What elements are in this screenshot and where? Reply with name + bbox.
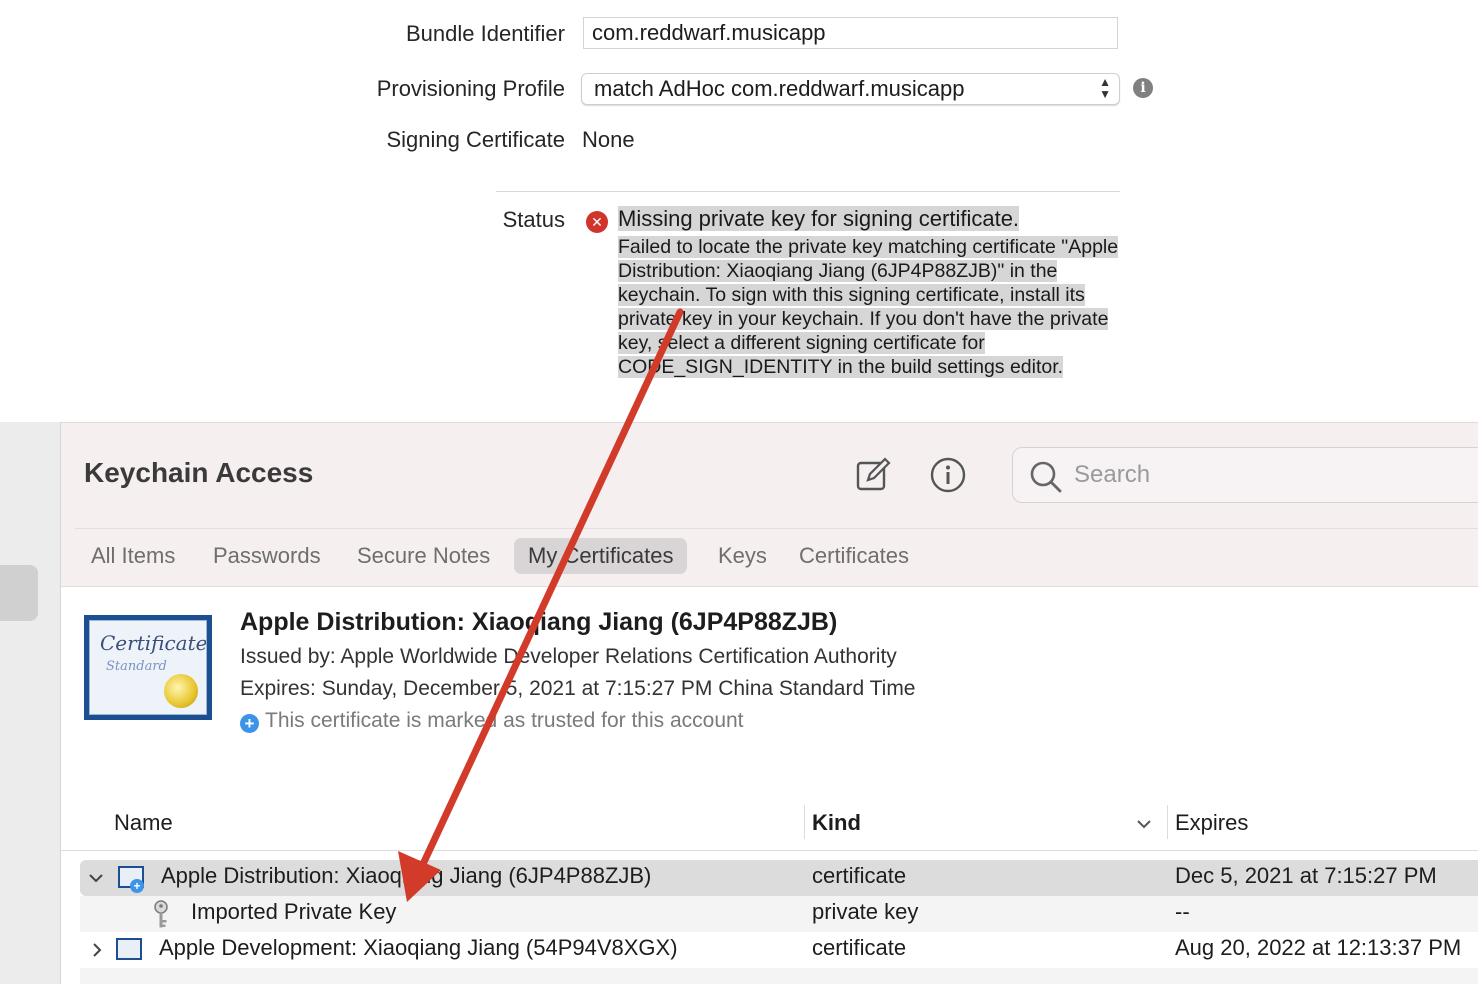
certificate-trust-status: + This certificate is marked as trusted f… [240, 709, 744, 733]
certificate-issuer: Issued by: Apple Worldwide Developer Rel… [240, 645, 897, 668]
sidebar-selected-item[interactable] [0, 565, 38, 621]
table-row[interactable]: Imported Private Key private key -- [80, 896, 1478, 932]
column-header-expires[interactable]: Expires [1175, 810, 1248, 836]
provisioning-profile-select[interactable]: match AdHoc com.reddwarf.musicapp ▲ ▼ [581, 73, 1120, 105]
search-field[interactable]: Search [1012, 447, 1478, 503]
updown-chevron-icon: ▲ ▼ [1099, 75, 1111, 101]
signing-panel: Bundle Identifier com.reddwarf.musicapp … [0, 0, 1478, 422]
certificate-icon [116, 938, 142, 960]
row-expires: Dec 5, 2021 at 7:15:27 PM [1175, 863, 1437, 888]
chevron-down-icon[interactable] [88, 872, 104, 884]
certificate-trust-text: This certificate is marked as trusted fo… [265, 709, 744, 732]
column-header-kind[interactable]: Kind [812, 810, 861, 836]
row-kind: private key [812, 899, 919, 924]
row-name: Imported Private Key [191, 899, 397, 924]
table-row[interactable]: Apple Development: Xiaoqiang Jiang (54P9… [80, 932, 1478, 968]
certificate-name: Apple Distribution: Xiaoqiang Jiang (6JP… [240, 608, 838, 636]
keychain-access-window: Keychain Access Search All Items Passwor… [0, 422, 1478, 984]
info-icon[interactable] [928, 455, 968, 495]
certificate-image-text: Certificate [100, 631, 207, 655]
tab-all-items[interactable]: All Items [77, 538, 189, 574]
search-icon [1030, 461, 1062, 493]
certificate-expiry: Expires: Sunday, December 5, 2021 at 7:1… [240, 677, 916, 700]
trusted-plus-icon: + [240, 714, 259, 733]
app-title: Keychain Access [84, 457, 314, 488]
row-kind: certificate [812, 863, 907, 888]
compose-icon[interactable] [853, 455, 893, 495]
status-message: Missing private key for signing certific… [618, 205, 1120, 379]
error-icon: ✕ [586, 211, 608, 233]
sort-chevron-down-icon[interactable] [1136, 818, 1152, 830]
column-separator[interactable] [804, 805, 805, 839]
column-separator[interactable] [1167, 805, 1168, 839]
section-divider [496, 191, 1120, 192]
row-expires: -- [1175, 899, 1190, 924]
table-row[interactable] [80, 968, 1478, 984]
tab-passwords[interactable]: Passwords [199, 538, 335, 574]
tab-secure-notes[interactable]: Secure Notes [343, 538, 504, 574]
row-name: Apple Distribution: Xiaoqiang Jiang (6JP… [161, 863, 652, 888]
tab-keys[interactable]: Keys [704, 538, 781, 574]
provisioning-profile-label: Provisioning Profile [376, 76, 565, 101]
sidebar [0, 422, 61, 984]
header-divider [61, 850, 1478, 851]
signing-certificate-label: Signing Certificate [386, 127, 565, 152]
provisioning-profile-value: match AdHoc com.reddwarf.musicapp [594, 76, 965, 101]
chevron-right-icon[interactable] [91, 942, 103, 958]
bundle-identifier-field[interactable]: com.reddwarf.musicapp [583, 17, 1118, 49]
keychain-main: Keychain Access Search All Items Passwor… [61, 422, 1478, 984]
tab-my-certificates[interactable]: My Certificates [514, 538, 688, 574]
bundle-identifier-label: Bundle Identifier [406, 21, 565, 46]
status-label: Status [502, 207, 565, 232]
seal-icon [164, 674, 198, 708]
trusted-plus-icon: + [130, 879, 144, 893]
table-row[interactable]: + Apple Distribution: Xiaoqiang Jiang (6… [80, 860, 1478, 896]
toolbar: Keychain Access Search All Items Passwor… [61, 422, 1478, 587]
search-placeholder: Search [1074, 461, 1151, 488]
row-name: Apple Development: Xiaoqiang Jiang (54P9… [159, 935, 678, 960]
tab-certificates[interactable]: Certificates [785, 538, 923, 574]
key-icon [154, 900, 168, 928]
status-title: Missing private key for signing certific… [618, 206, 1020, 231]
toolbar-separator [75, 528, 1478, 529]
profile-info-icon[interactable]: i [1133, 78, 1153, 98]
row-kind: certificate [812, 935, 907, 960]
status-detail: Failed to locate the private key matchin… [618, 236, 1119, 378]
column-header-name[interactable]: Name [114, 810, 173, 836]
certificate-image-subtext: Standard [106, 659, 167, 674]
signing-certificate-value: None [582, 127, 635, 152]
certificate-image: Certificate Standard [84, 615, 212, 720]
row-expires: Aug 20, 2022 at 12:13:37 PM [1175, 935, 1462, 960]
